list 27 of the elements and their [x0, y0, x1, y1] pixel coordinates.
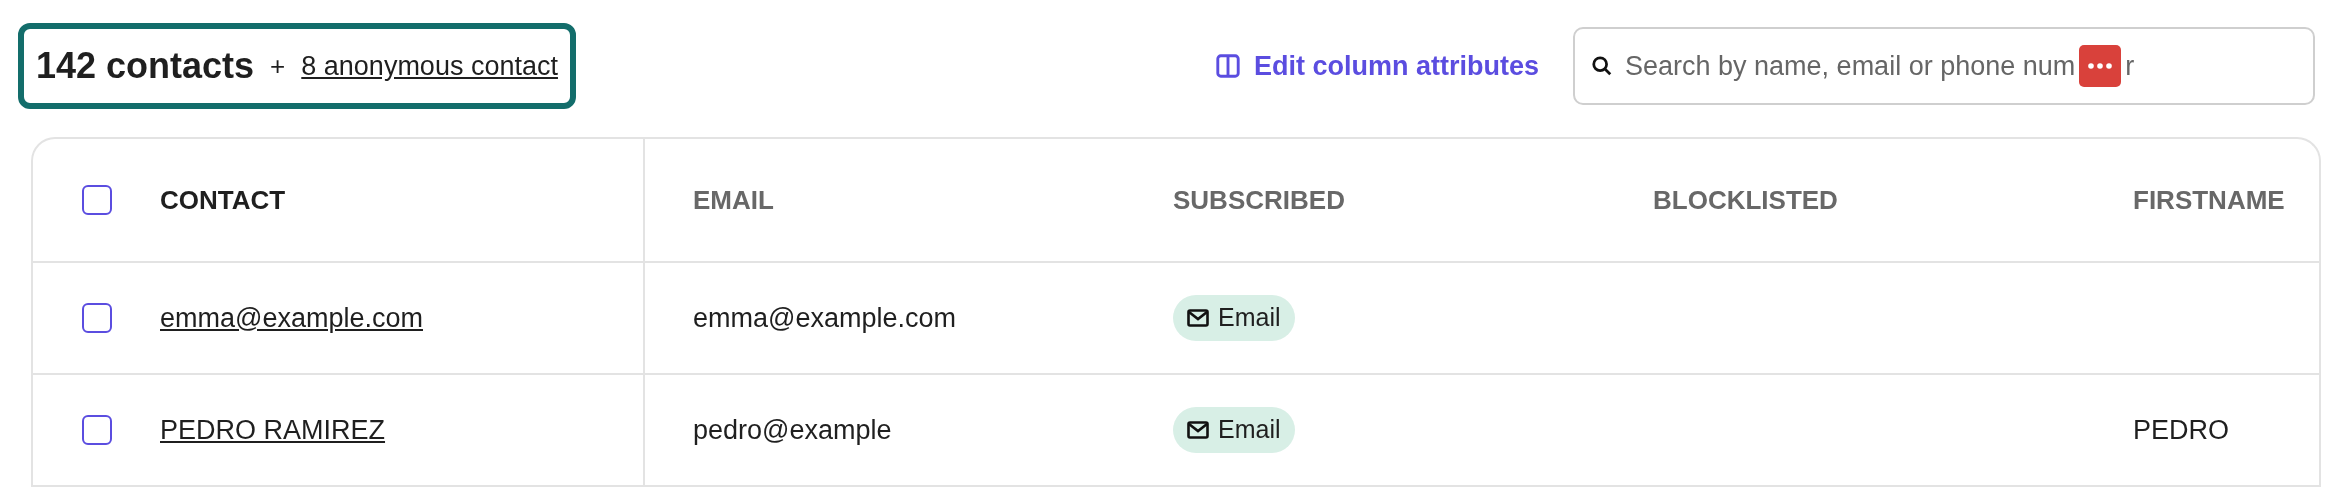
columns-icon: [1215, 54, 1240, 78]
column-header[interactable]: BLOCKLISTED: [1653, 180, 1838, 220]
edit-column-attributes-link[interactable]: Edit column attributes: [1215, 45, 1539, 87]
checkbox[interactable]: [82, 185, 112, 215]
search-placeholder-end: r: [2125, 49, 2135, 83]
mail-icon: [1187, 309, 1209, 327]
subscription-tag: Email: [1173, 295, 1295, 341]
column-header[interactable]: SUBSCRIBED: [1173, 180, 1345, 220]
subscription-tag: Email: [1173, 407, 1295, 453]
checkbox[interactable]: [82, 415, 112, 445]
checkbox[interactable]: [82, 303, 112, 333]
more-badge-icon[interactable]: [2079, 45, 2122, 87]
search-icon: [1591, 55, 1613, 77]
column-header[interactable]: EMAIL: [693, 180, 774, 220]
contact-count: 142 contacts: [36, 44, 255, 88]
table-cell-text: pedro@example: [693, 413, 892, 447]
search-field[interactable]: Search by name, email or phone num r: [1573, 27, 2315, 105]
table-cell-text: PEDRO: [2133, 413, 2230, 447]
search-placeholder: Search by name, email or phone num: [1625, 49, 2076, 83]
contact-link[interactable]: PEDRO RAMIREZ: [160, 409, 386, 451]
anonymous-contacts-link[interactable]: 8 anonymous contact: [301, 45, 558, 87]
column-header[interactable]: FIRSTNAME: [2133, 180, 2285, 220]
plus-sign: +: [270, 49, 286, 83]
table-cell-text: emma@example.com: [693, 301, 956, 335]
mail-icon: [1187, 421, 1209, 439]
contact-link[interactable]: emma@example.com: [160, 297, 423, 339]
column-header[interactable]: CONTACT: [160, 180, 286, 220]
